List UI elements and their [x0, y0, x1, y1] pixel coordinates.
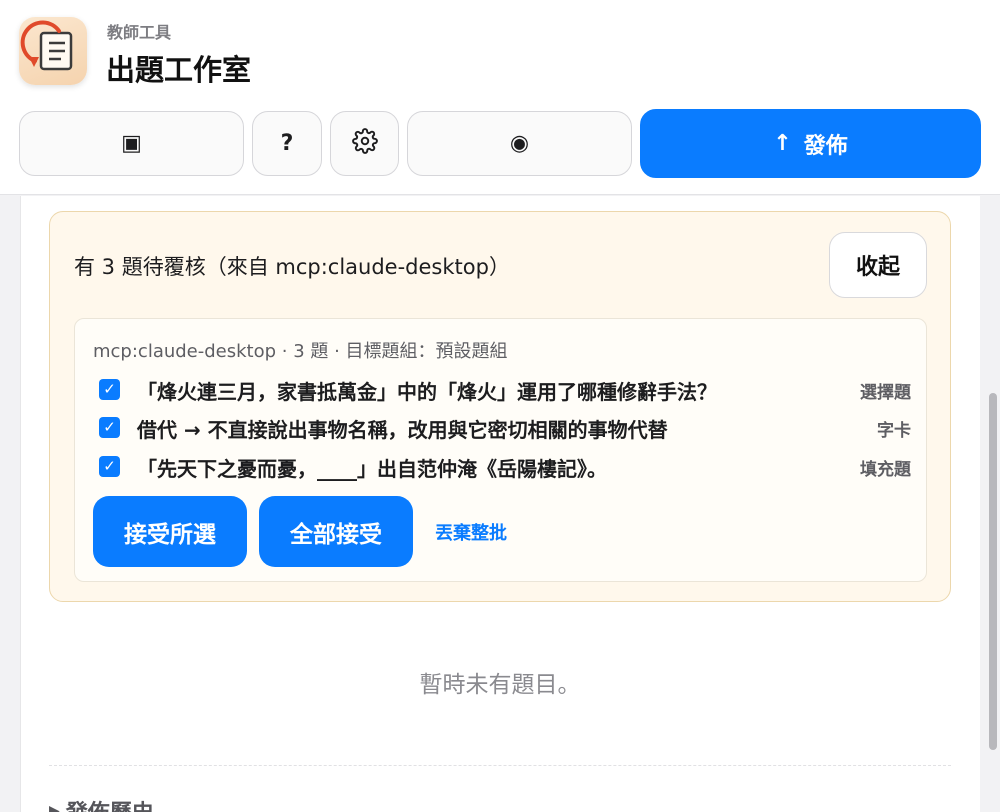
review-item: ✓ 「烽火連三月，家書抵萬金」中的「烽火」運用了哪種修辭手法？ 選擇題 — [99, 376, 911, 406]
arrow-up-icon: ↑ — [773, 131, 792, 156]
batch-card: mcp:claude-desktop · 3 題 · 目標題組：預設題組 ✓ 「… — [74, 318, 927, 582]
publish-history-toggle[interactable]: ▶ 發佈歷史 — [49, 795, 154, 812]
app-header: 教師工具 出題工作室 ▣ ? ◉ ↑ 發佈 — [0, 0, 1000, 195]
record-icon: ◉ — [509, 131, 530, 156]
item-checkbox[interactable]: ✓ — [99, 379, 120, 400]
layout-toggle-button[interactable]: ▣ — [19, 111, 244, 176]
layout-icon: ▣ — [121, 131, 142, 156]
accept-selected-button[interactable]: 接受所選 — [93, 496, 247, 567]
review-title: 有 3 題待覆核（來自 mcp:claude-desktop） — [74, 255, 510, 279]
item-type-badge: 填充題 — [860, 460, 911, 480]
pending-review-panel: 有 3 題待覆核（來自 mcp:claude-desktop） 收起 mcp:c… — [49, 211, 951, 602]
settings-button[interactable] — [330, 111, 399, 176]
help-button[interactable]: ? — [252, 111, 322, 176]
publish-history-label: 發佈歷史 — [66, 795, 154, 812]
item-text: 借代 → 不直接說出事物名稱，改用與它密切相關的事物代替 — [137, 418, 668, 442]
preview-mode-button[interactable]: ◉ — [407, 111, 632, 176]
publish-label: 發佈 — [803, 133, 848, 159]
review-item: ✓ 借代 → 不直接說出事物名稱，改用與它密切相關的事物代替 字卡 — [99, 414, 911, 444]
item-text: 「烽火連三月，家書抵萬金」中的「烽火」運用了哪種修辭手法？ — [137, 380, 717, 404]
item-checkbox[interactable]: ✓ — [99, 417, 120, 438]
gear-icon — [351, 127, 378, 160]
disclosure-triangle-icon: ▶ — [49, 803, 60, 812]
help-icon: ? — [280, 131, 294, 156]
discard-batch-link[interactable]: 丟棄整批 — [435, 519, 507, 545]
batch-meta: mcp:claude-desktop · 3 題 · 目標題組：預設題組 — [93, 341, 508, 362]
item-checkbox[interactable]: ✓ — [99, 456, 120, 477]
item-type-badge: 字卡 — [877, 421, 911, 441]
app-logo-icon — [19, 17, 87, 85]
accept-all-button[interactable]: 全部接受 — [259, 496, 413, 567]
item-text: 「先天下之憂而憂，____」出自范仲淹《岳陽樓記》。 — [137, 457, 607, 481]
app-subtitle: 教師工具 — [107, 23, 172, 42]
item-type-badge: 選擇題 — [860, 383, 911, 403]
publish-button[interactable]: ↑ 發佈 — [640, 109, 981, 178]
review-item: ✓ 「先天下之憂而憂，____」出自范仲淹《岳陽樓記》。 填充題 — [99, 453, 911, 483]
divider — [49, 765, 951, 766]
empty-state-message: 暫時未有題目。 — [419, 672, 581, 698]
collapse-button[interactable]: 收起 — [829, 232, 927, 298]
page-title: 出題工作室 — [106, 53, 252, 87]
